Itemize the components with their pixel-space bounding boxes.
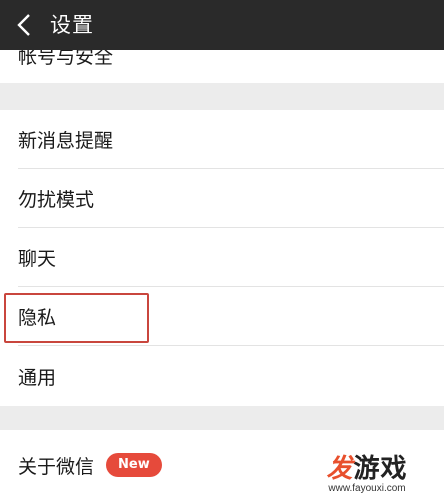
settings-item-label: 隐私 — [18, 307, 57, 329]
watermark: 发游戏 www.fayouxi.com — [312, 448, 422, 494]
settings-item-label: 关于微信 — [18, 455, 95, 478]
settings-item-label: 勿扰模式 — [18, 189, 95, 211]
new-badge: New — [106, 453, 162, 477]
back-button[interactable] — [12, 12, 36, 38]
settings-item-general[interactable]: 通用 — [0, 346, 444, 406]
page-title: 设置 — [50, 13, 94, 37]
watermark-logo: 发游戏 — [326, 454, 408, 484]
title-bar: 设置 — [0, 0, 444, 50]
chevron-left-icon — [17, 14, 30, 36]
watermark-url: www.fayouxi.com — [328, 483, 406, 494]
settings-item-notifications[interactable]: 新消息提醒 — [0, 110, 444, 169]
settings-item-label: 新消息提醒 — [18, 130, 114, 152]
settings-item-label: 通用 — [18, 366, 57, 389]
settings-item-do-not-disturb[interactable]: 勿扰模式 — [0, 169, 444, 228]
settings-item-chats[interactable]: 聊天 — [0, 228, 444, 287]
settings-item-privacy[interactable]: 隐私 — [0, 287, 444, 346]
settings-item-label: 聊天 — [18, 248, 57, 270]
